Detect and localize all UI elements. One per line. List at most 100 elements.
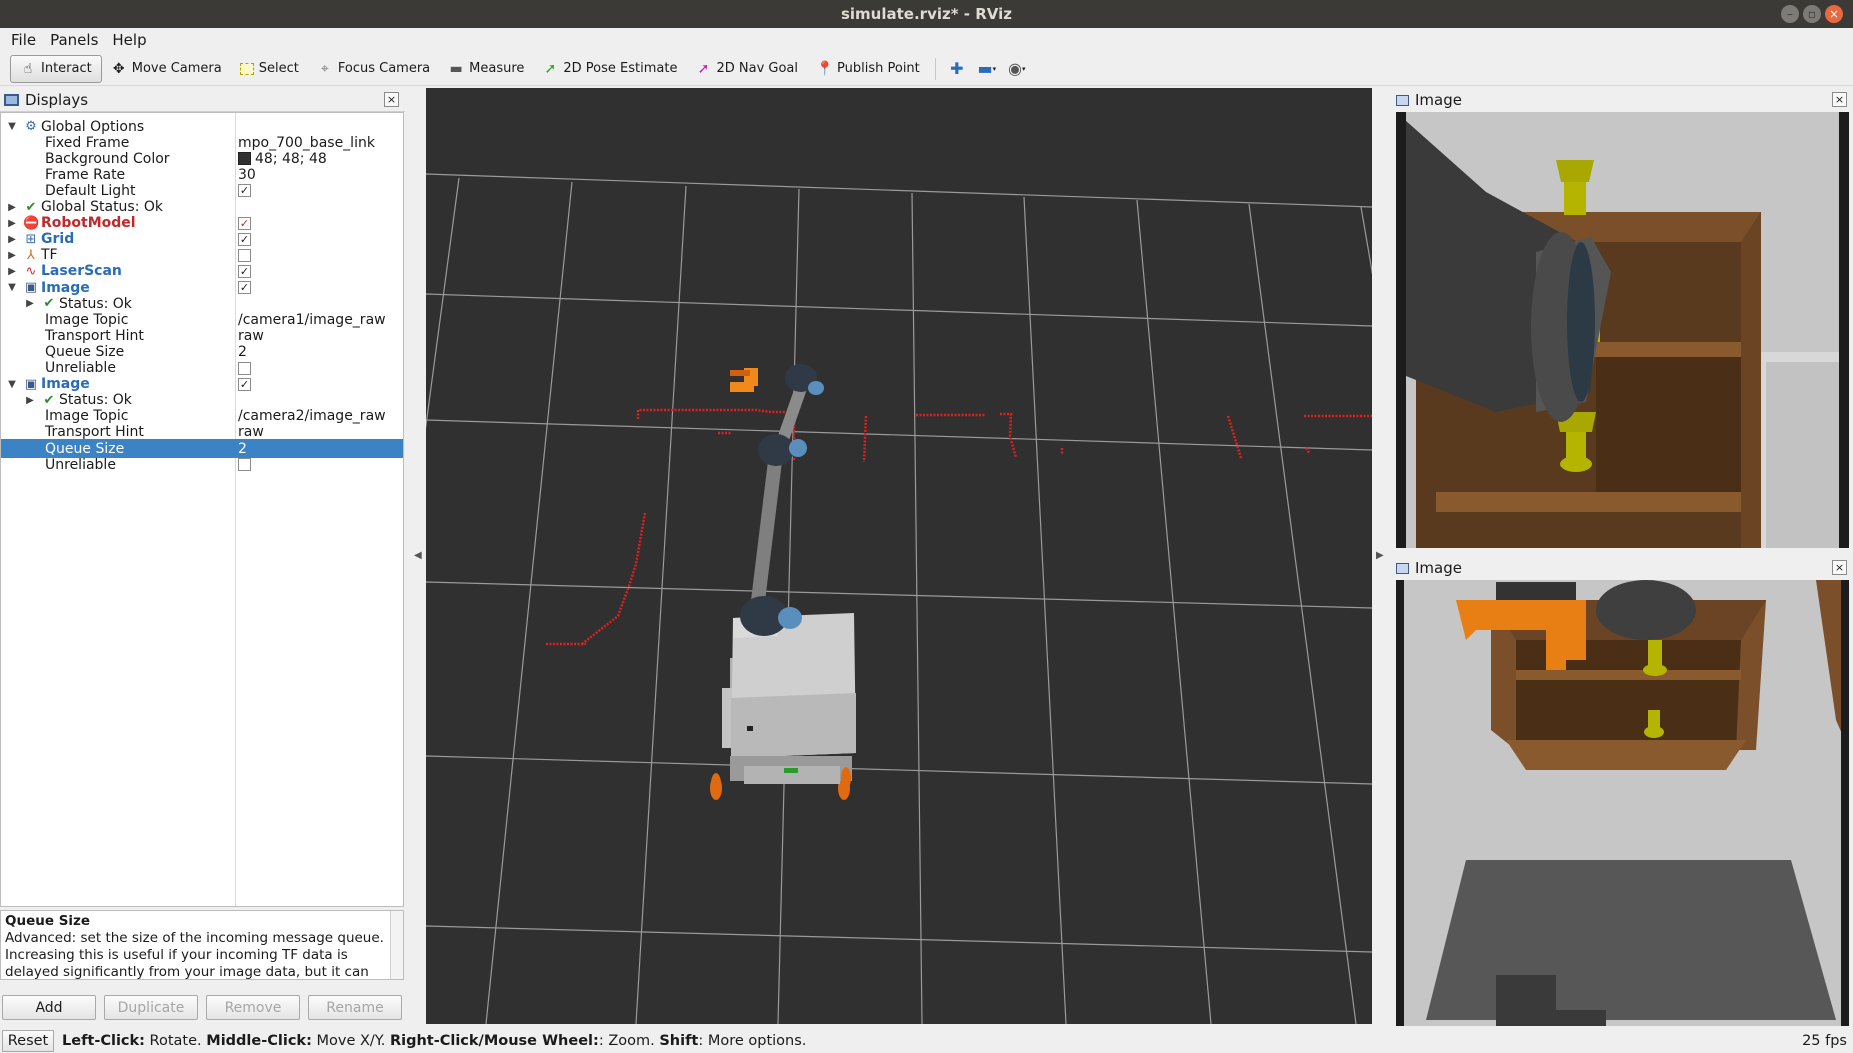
display-row-value[interactable]: raw — [238, 424, 264, 440]
collapse-arrow-icon[interactable]: ▼ — [7, 379, 17, 390]
expand-arrow-icon[interactable]: ▶ — [25, 395, 35, 406]
display-row-value-text: raw — [238, 327, 264, 344]
select-tool-button[interactable]: Select — [231, 55, 308, 83]
display-row-label: Global Options — [41, 118, 145, 135]
displays-header: Displays — [0, 88, 405, 112]
expand-arrow-icon[interactable]: ▶ — [25, 298, 35, 309]
left-splitter-arrow-icon[interactable]: ◀ — [414, 550, 422, 561]
pose-estimate-tool-button[interactable]: ➚ 2D Pose Estimate — [533, 55, 686, 83]
view-options-button[interactable]: ◉ ▾ — [1002, 55, 1032, 83]
display-row-value[interactable] — [238, 361, 251, 375]
remove-tool-button[interactable]: ▬ ▾ — [972, 55, 1002, 83]
window-title: simulate.rviz* - RViz — [840, 5, 1012, 23]
3d-scene[interactable] — [426, 88, 1372, 1024]
display-row[interactable]: Unreliable — [1, 455, 403, 474]
title-bar: simulate.rviz* - RViz – ▫ × — [0, 0, 1853, 28]
interact-tool-button[interactable]: ☝ Interact — [10, 54, 102, 83]
mouse-hint: Left-Click: Rotate. Middle-Click: Move X… — [62, 1032, 807, 1049]
collapse-arrow-icon[interactable]: ▼ — [7, 121, 17, 132]
display-row-value[interactable]: raw — [238, 328, 264, 344]
nav-goal-label: 2D Nav Goal — [716, 61, 799, 76]
display-row-value-text: 30 — [238, 166, 256, 183]
expand-arrow-icon[interactable]: ▶ — [7, 250, 17, 261]
display-row-value[interactable]: /camera2/image_raw — [238, 408, 386, 424]
enable-checkbox[interactable] — [238, 458, 251, 472]
move-camera-icon: ✥ — [112, 60, 125, 77]
display-row-value[interactable] — [238, 248, 251, 262]
duplicate-button[interactable]: Duplicate — [104, 995, 198, 1020]
publish-point-tool-button[interactable]: 📍 Publish Point — [807, 55, 929, 83]
display-row-value[interactable]: ✓ — [238, 264, 251, 278]
display-row-label: Status: Ok — [59, 295, 132, 312]
display-row-value[interactable]: ✓ — [238, 281, 251, 294]
menu-help[interactable]: Help — [107, 31, 151, 49]
image-panel-header-2: Image — [1392, 556, 1853, 580]
enable-checkbox[interactable]: ✓ — [238, 216, 251, 230]
image-icon — [1396, 562, 1409, 574]
display-row-label: Global Status: Ok — [41, 199, 164, 215]
add-button[interactable]: Add — [2, 995, 96, 1020]
menu-file[interactable]: File — [6, 31, 41, 49]
display-row-value-text: /camera2/image_raw — [238, 408, 386, 425]
display-row-value[interactable]: ✓ — [238, 377, 251, 391]
enable-checkbox[interactable]: ✓ — [238, 377, 251, 391]
image-panel-title-1: Image — [1415, 91, 1462, 109]
displays-panel: Displays × ▼ ⚙ Global Options Fixed Frame mp… — [0, 88, 405, 1028]
expand-arrow-icon[interactable]: ▶ — [7, 266, 17, 277]
display-row-label: Status: Ok — [59, 392, 132, 409]
remove-button[interactable]: Remove — [206, 995, 300, 1020]
enable-checkbox[interactable]: ✓ — [238, 232, 251, 246]
display-row-value[interactable] — [238, 458, 251, 472]
display-row-value[interactable]: mpo_700_base_link — [238, 135, 375, 151]
select-label: Select — [258, 61, 299, 76]
close-icon[interactable]: × — [1825, 5, 1843, 23]
tf-axes-icon: ⅄ — [27, 247, 35, 263]
display-row-value-text: mpo_700_base_link — [238, 134, 375, 151]
add-tool-button[interactable]: ✚ — [942, 55, 972, 83]
enable-checkbox[interactable]: ✓ — [238, 281, 251, 294]
display-row-label: Image — [41, 279, 90, 296]
help-title: Queue Size — [5, 913, 91, 929]
expand-arrow-icon[interactable]: ▶ — [7, 202, 17, 213]
display-row-value[interactable]: 2 — [238, 441, 247, 457]
color-swatch[interactable] — [238, 152, 251, 166]
minimize-icon[interactable]: – — [1781, 5, 1799, 23]
enable-checkbox[interactable] — [238, 248, 251, 262]
3d-render-view[interactable] — [426, 88, 1372, 1024]
display-row-value[interactable]: 48; 48; 48 — [238, 151, 327, 167]
display-row-value[interactable]: ✓ — [238, 184, 251, 198]
image-icon — [1396, 94, 1409, 106]
help-scrollbar[interactable] — [390, 911, 403, 979]
focus-camera-tool-button[interactable]: ⌖ Focus Camera — [308, 55, 439, 83]
maximize-icon[interactable]: ▫ — [1803, 5, 1821, 23]
display-row-value[interactable]: 30 — [238, 167, 256, 183]
display-row-value[interactable]: /camera1/image_raw — [238, 312, 386, 328]
display-row-value[interactable]: ✓ — [238, 216, 251, 230]
measure-label: Measure — [469, 61, 525, 76]
displays-close-icon[interactable]: × — [384, 92, 399, 107]
menu-panels[interactable]: Panels — [45, 31, 103, 49]
expand-arrow-icon[interactable]: ▶ — [7, 218, 17, 229]
enable-checkbox[interactable] — [238, 361, 251, 375]
display-row-label: Frame Rate — [45, 166, 126, 183]
nav-goal-tool-button[interactable]: ➚ 2D Nav Goal — [686, 55, 807, 83]
reset-button[interactable]: Reset — [2, 1029, 54, 1052]
right-splitter-arrow-icon[interactable]: ▶ — [1376, 550, 1384, 561]
collapse-arrow-icon[interactable]: ▼ — [7, 282, 17, 293]
fps-counter: 25 fps — [1802, 1032, 1847, 1049]
rename-button[interactable]: Rename — [308, 995, 402, 1020]
image-panel-camera2: Image × — [1392, 556, 1853, 1028]
move-camera-tool-button[interactable]: ✥ Move Camera — [102, 55, 231, 83]
image-panel-close-icon-2[interactable]: × — [1832, 560, 1847, 575]
enable-checkbox[interactable]: ✓ — [238, 184, 251, 198]
enable-checkbox[interactable]: ✓ — [238, 264, 251, 278]
image-panel-close-icon-1[interactable]: × — [1832, 92, 1847, 107]
display-row-label: Unreliable — [45, 456, 116, 473]
measure-tool-button[interactable]: ▬ Measure — [439, 55, 533, 83]
eye-icon: ◉ — [1008, 59, 1022, 78]
display-row-value-text: /camera1/image_raw — [238, 311, 386, 328]
hand-cursor-icon: ☝ — [23, 60, 33, 77]
display-row-value[interactable]: 2 — [238, 344, 247, 360]
display-row-value[interactable]: ✓ — [238, 232, 251, 246]
expand-arrow-icon[interactable]: ▶ — [7, 234, 17, 245]
